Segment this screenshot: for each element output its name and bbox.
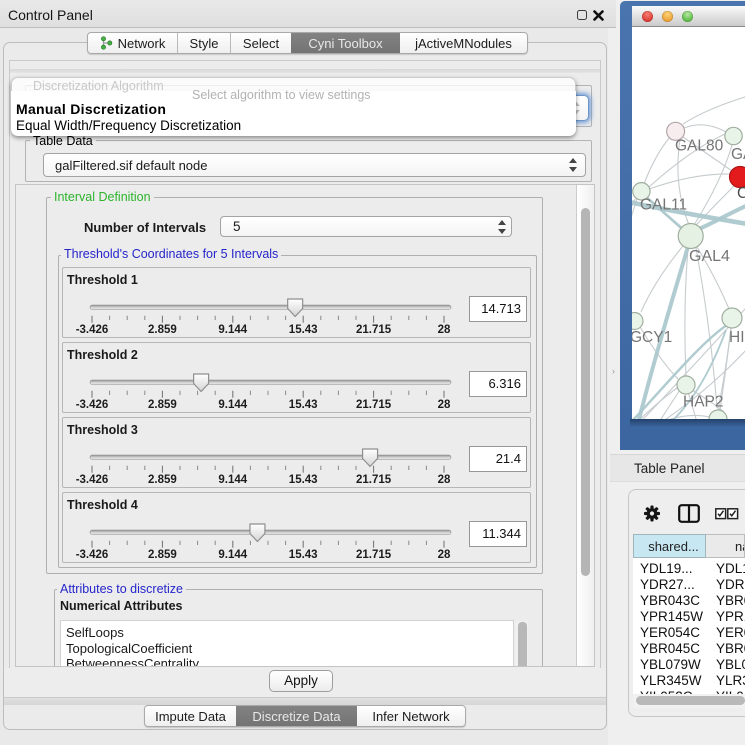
svg-text:GAL11: GAL11: [640, 197, 687, 214]
svg-text:HAP2: HAP2: [683, 394, 724, 411]
svg-text:GAL4: GAL4: [689, 248, 730, 265]
svg-text:GCY1: GCY1: [632, 329, 672, 346]
svg-text:HI: HI: [729, 329, 745, 346]
svg-text:CD: CD: [737, 185, 745, 202]
svg-text:GA: GA: [731, 146, 745, 163]
svg-text:GAL80: GAL80: [675, 138, 724, 155]
